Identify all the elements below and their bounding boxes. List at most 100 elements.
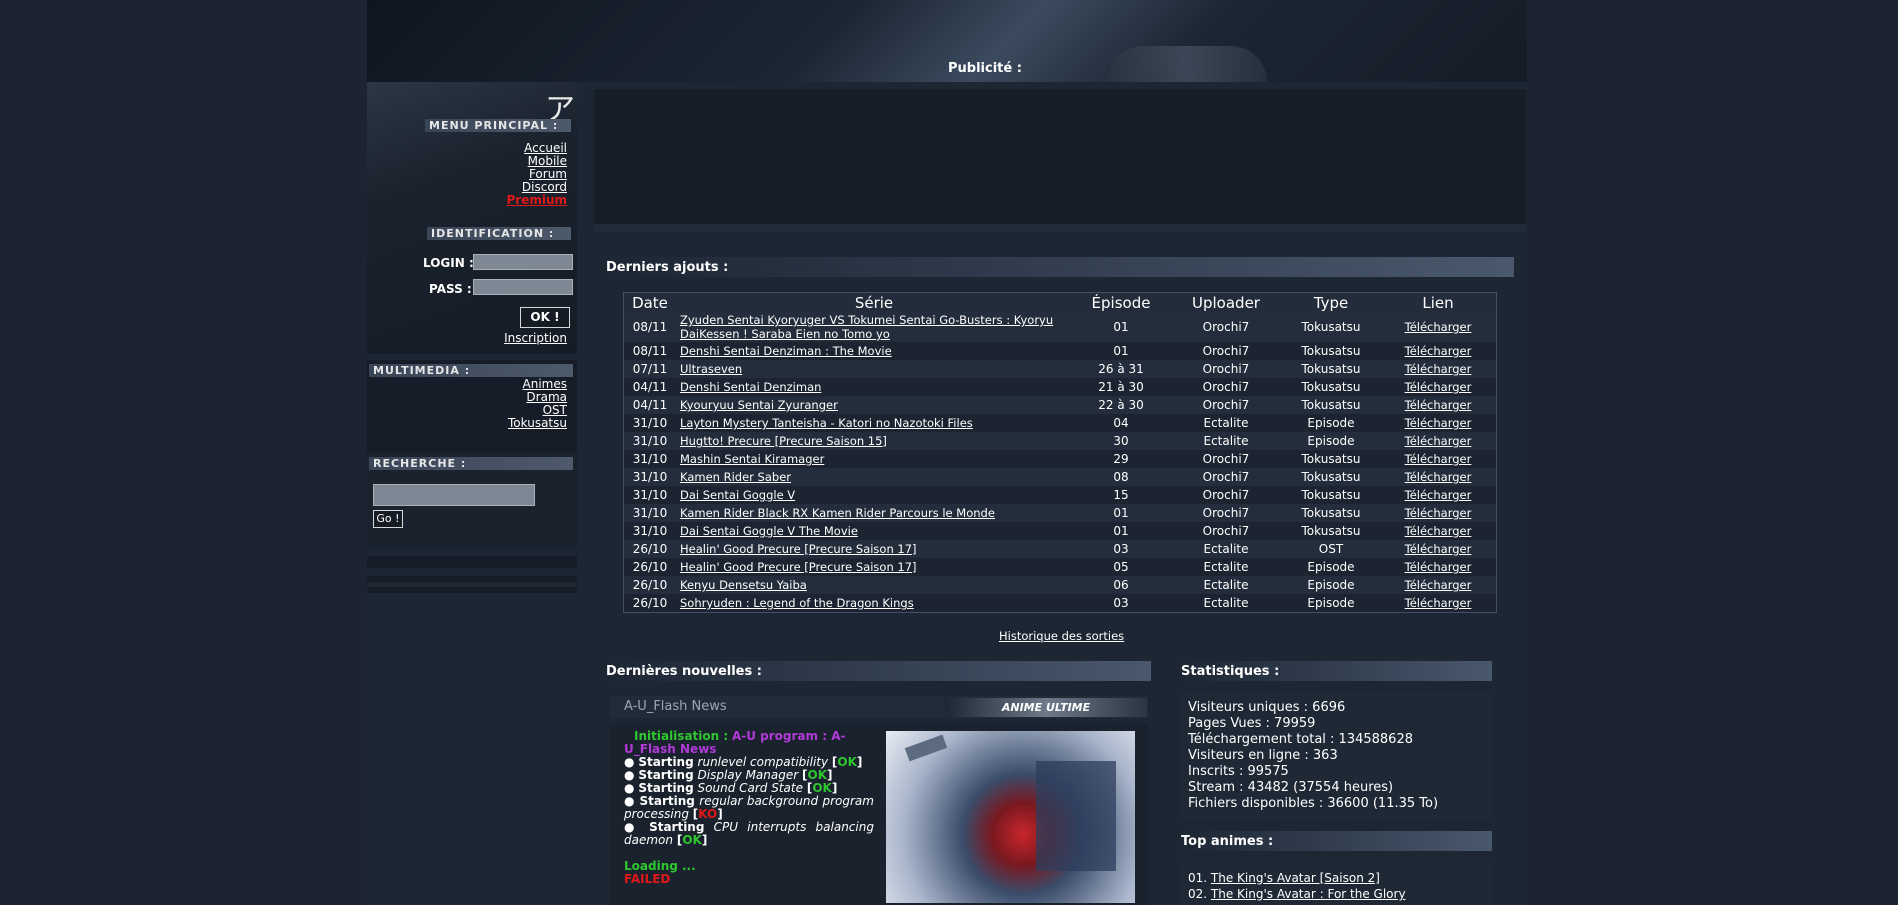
sidebar-empty-panel-1 (367, 556, 577, 568)
cell-date: 26/10 (623, 576, 676, 594)
cell-lien-link[interactable]: Télécharger (1405, 578, 1472, 592)
table-row: 04/11 Denshi Sentai Denziman 21 à 30 Orochi… (623, 378, 1497, 396)
cell-serie-link[interactable]: Kenyu Densetsu Yaiba (680, 578, 807, 592)
cell-type: Tokusatsu (1282, 522, 1380, 540)
sidebar-empty-panel-3 (367, 587, 577, 593)
cell-lien: Télécharger (1380, 450, 1497, 468)
bullet-icon: ● (624, 781, 635, 795)
stat-line: Téléchargement total : 134588628 (1188, 732, 1413, 747)
search-go-button[interactable]: Go ! (373, 510, 403, 528)
table-row: 26/10 Healin' Good Precure [Precure Saiso… (623, 558, 1497, 576)
news-line-task: runlevel compatibility (697, 755, 829, 769)
cell-date: 26/10 (623, 540, 676, 558)
login-submit-button[interactable]: OK ! (520, 307, 570, 328)
cell-lien-link[interactable]: Télécharger (1405, 398, 1472, 412)
multimedia-item-tokusatsu[interactable]: Tokusatsu (508, 416, 567, 430)
table-row: 08/11 Denshi Sentai Denziman : The Movie 0… (623, 342, 1497, 360)
cell-serie: Layton Mystery Tanteisha - Katori no Naz… (676, 414, 1072, 432)
menu-item-forum[interactable]: Forum (529, 167, 567, 181)
banner-decoration (1107, 46, 1267, 82)
cell-lien-link[interactable]: Télécharger (1405, 362, 1472, 376)
cell-lien-link[interactable]: Télécharger (1405, 380, 1472, 394)
cell-uploader: Ectalite (1170, 540, 1282, 558)
menu-item-discord[interactable]: Discord (522, 180, 567, 194)
cell-serie-link[interactable]: Kamen Rider Saber (680, 470, 791, 484)
cell-date: 08/11 (623, 312, 676, 342)
cell-serie: Kenyu Densetsu Yaiba (676, 576, 1072, 594)
cell-date: 07/11 (623, 360, 676, 378)
cell-lien: Télécharger (1380, 576, 1497, 594)
menu-item-mobile[interactable]: Mobile (528, 154, 567, 168)
cell-lien-link[interactable]: Télécharger (1405, 560, 1472, 574)
cell-lien-link[interactable]: Télécharger (1405, 434, 1472, 448)
login-input[interactable] (473, 254, 573, 270)
cell-date: 31/10 (623, 486, 676, 504)
cell-serie: Healin' Good Precure [Precure Saison 17] (676, 558, 1072, 576)
cell-lien-link[interactable]: Télécharger (1405, 488, 1472, 502)
cell-lien-link[interactable]: Télécharger (1405, 542, 1472, 556)
register-link[interactable]: Inscription (504, 331, 567, 345)
cell-serie-link[interactable]: Kyouryuu Sentai Zyuranger (680, 398, 838, 412)
news-title: A-U_Flash News (624, 699, 727, 714)
cell-lien: Télécharger (1380, 432, 1497, 450)
cell-serie-link[interactable]: Ultraseven (680, 362, 742, 376)
news-line: ● Starting regular background program pr… (624, 794, 874, 821)
col-episode: Épisode (1072, 292, 1170, 312)
cell-uploader: Orochi7 (1170, 312, 1282, 342)
cell-serie-link[interactable]: Hugtto! Precure [Precure Saison 15] (680, 434, 887, 448)
cell-lien-link[interactable]: Télécharger (1405, 596, 1472, 610)
cell-lien-link[interactable]: Télécharger (1405, 452, 1472, 466)
col-date: Date (623, 292, 676, 312)
cell-uploader: Orochi7 (1170, 504, 1282, 522)
cell-episode: 01 (1072, 522, 1170, 540)
cell-serie-link[interactable]: Healin' Good Precure [Precure Saison 17] (680, 560, 917, 574)
cell-serie-link[interactable]: Dai Sentai Goggle V (680, 488, 795, 502)
cell-date: 08/11 (623, 342, 676, 360)
list-item: 02. The King's Avatar : For the Glory (1188, 886, 1406, 902)
cell-lien-link[interactable]: Télécharger (1405, 320, 1472, 334)
menu-item-accueil[interactable]: Accueil (524, 141, 567, 155)
cell-lien-link[interactable]: Télécharger (1405, 524, 1472, 538)
cell-serie: Ultraseven (676, 360, 1072, 378)
cell-serie-link[interactable]: Dai Sentai Goggle V The Movie (680, 524, 858, 538)
cell-type: Tokusatsu (1282, 450, 1380, 468)
cell-serie: Dai Sentai Goggle V The Movie (676, 522, 1072, 540)
cell-serie-link[interactable]: Healin' Good Precure [Precure Saison 17] (680, 542, 917, 556)
cell-date: 31/10 (623, 522, 676, 540)
multimedia-item-animes[interactable]: Animes (523, 377, 567, 391)
cell-serie: Hugtto! Precure [Precure Saison 15] (676, 432, 1072, 450)
history-link[interactable]: Historique des sorties (999, 629, 1124, 643)
news-line-task: Sound Card State (697, 781, 803, 795)
cell-serie-link[interactable]: Mashin Sentai Kiramager (680, 452, 824, 466)
cell-type: Episode (1282, 558, 1380, 576)
multimedia-item-drama[interactable]: Drama (526, 390, 567, 404)
table-row: 31/10 Mashin Sentai Kiramager 29 Orochi7 Tok… (623, 450, 1497, 468)
multimedia-item-ost[interactable]: OST (543, 403, 567, 417)
menu-principal-header: Menu principal : (425, 119, 571, 132)
cell-lien-link[interactable]: Télécharger (1405, 416, 1472, 430)
cell-lien-link[interactable]: Télécharger (1405, 506, 1472, 520)
cell-lien-link[interactable]: Télécharger (1405, 344, 1472, 358)
cell-lien-link[interactable]: Télécharger (1405, 470, 1472, 484)
cell-serie-link[interactable]: Kamen Rider Black RX Kamen Rider Parcour… (680, 506, 995, 520)
search-input[interactable] (373, 484, 535, 506)
ad-divider (594, 224, 1526, 232)
menu-item-premium[interactable]: Premium (506, 193, 567, 207)
top-anime-link[interactable]: The King's Avatar : For the Glory (1211, 887, 1406, 901)
cell-serie-link[interactable]: Layton Mystery Tanteisha - Katori no Naz… (680, 416, 973, 430)
cell-date: 31/10 (623, 468, 676, 486)
cell-serie-link[interactable]: Zyuden Sentai Kyoryuger VS Tokumei Senta… (680, 313, 1053, 341)
cell-serie: Denshi Sentai Denziman : The Movie (676, 342, 1072, 360)
cell-episode: 06 (1072, 576, 1170, 594)
cell-serie-link[interactable]: Denshi Sentai Denziman (680, 380, 821, 394)
cell-uploader: Orochi7 (1170, 396, 1282, 414)
cell-serie-link[interactable]: Sohryuden : Legend of the Dragon Kings (680, 596, 914, 610)
stats-title: Statistiques : (1181, 664, 1280, 679)
cell-serie-link[interactable]: Denshi Sentai Denziman : The Movie (680, 344, 892, 358)
pass-input[interactable] (473, 279, 573, 295)
cell-episode: 26 à 31 (1072, 360, 1170, 378)
cell-episode: 01 (1072, 342, 1170, 360)
stats-list: Visiteurs uniques : 6696 Pages Vues : 799… (1188, 700, 1438, 812)
top-anime-link[interactable]: The King's Avatar [Saison 2] (1211, 871, 1380, 885)
news-line-status: OK (812, 781, 832, 795)
